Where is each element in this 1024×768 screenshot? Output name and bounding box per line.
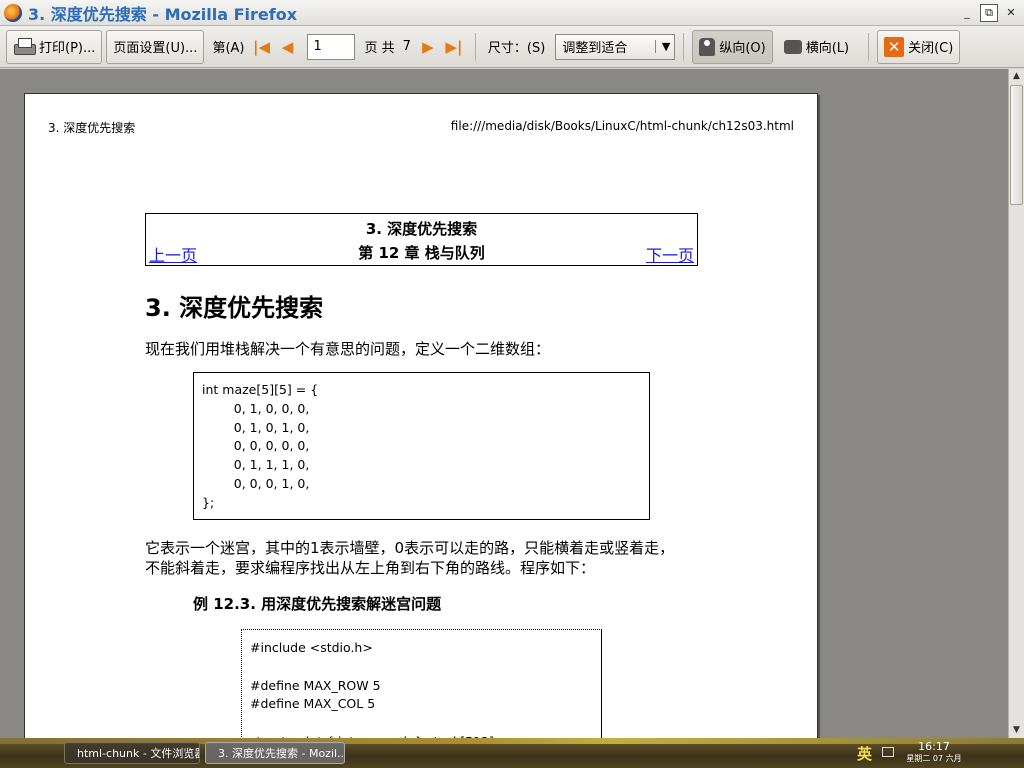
close-window-button[interactable]: ✕: [1002, 4, 1020, 22]
landscape-label: 横向(L): [805, 41, 850, 56]
scroll-up-icon[interactable]: ▲: [1009, 69, 1024, 84]
page-header-title: 3. 深度优先搜索: [48, 121, 136, 135]
previous-page-icon[interactable]: ◀: [278, 37, 298, 57]
print-button[interactable]: 打印(P)...: [6, 29, 103, 64]
window-title: 3. 深度优先搜索 - Mozilla Firefox: [28, 4, 298, 24]
page-total: 7: [402, 39, 411, 54]
landscape-icon: [783, 39, 802, 54]
first-page-icon[interactable]: |◀: [252, 37, 272, 57]
landscape-button[interactable]: 横向(L): [777, 30, 856, 64]
restore-button[interactable]: ⧉: [980, 4, 998, 22]
example-title: 例 12.3. 用深度优先搜索解迷宫问题: [193, 595, 442, 613]
toolbar-separator: [474, 32, 476, 61]
chevron-down-icon: ▼: [654, 40, 670, 53]
printer-icon: [13, 37, 36, 57]
taskbar-file-browser-label: html-chunk - 文件浏览器: [77, 747, 200, 760]
section-heading: 3. 深度优先搜索: [145, 294, 324, 322]
example-code-block: #include <stdio.h> #define MAX_ROW 5 #de…: [241, 629, 602, 738]
nav-chapter-title: 第 12 章 栈与队列: [358, 244, 485, 262]
page-total-prefix: 页 共: [364, 41, 395, 56]
page-header-url: file:///media/disk/Books/LinuxC/html-chu…: [450, 119, 794, 133]
window-list-icon[interactable]: [882, 747, 894, 757]
maze-code-block: int maze[5][5] = { 0, 1, 0, 0, 0, 0, 1, …: [193, 372, 650, 520]
print-button-label: 打印(P)...: [39, 41, 96, 56]
scale-select[interactable]: 调整到适合 ▼: [555, 33, 676, 60]
page-setup-button[interactable]: 页面设置(U)...: [106, 29, 205, 64]
input-method-indicator[interactable]: 英: [857, 743, 872, 764]
vertical-scrollbar[interactable]: ▲ ▼: [1008, 69, 1024, 738]
portrait-icon: [699, 37, 716, 56]
printed-page: 3. 深度优先搜索 file:///media/disk/Books/Linux…: [24, 93, 818, 738]
nav-section-title: 3. 深度优先搜索: [365, 220, 478, 238]
scroll-down-icon[interactable]: ▼: [1009, 723, 1024, 738]
taskbar-firefox-label: 3. 深度优先搜索 - Mozil...: [218, 747, 345, 760]
firefox-icon: [4, 3, 22, 22]
intro-paragraph: 现在我们用堆栈解决一个有意思的问题，定义一个二维数组：: [145, 340, 551, 358]
close-preview-button[interactable]: ✕ 关闭(C): [877, 29, 961, 64]
portrait-label: 纵向(O): [719, 41, 766, 56]
clock-date: 星期二 07 六月: [906, 754, 962, 763]
scale-select-value: 调整到适合: [562, 41, 628, 56]
taskbar-firefox[interactable]: 3. 深度优先搜索 - Mozil...: [205, 742, 345, 764]
clock-time: 16:17: [918, 740, 950, 753]
page-number-input[interactable]: 1: [306, 33, 355, 60]
taskbar-file-browser[interactable]: html-chunk - 文件浏览器: [64, 742, 200, 764]
scale-label: 尺寸：(S): [487, 41, 546, 56]
page-label: 第(A): [212, 41, 245, 56]
desktop-taskbar: html-chunk - 文件浏览器 3. 深度优先搜索 - Mozil... …: [0, 738, 1024, 768]
clock[interactable]: 16:17 星期二 07 六月: [902, 740, 966, 764]
previous-page-link[interactable]: 上一页: [149, 242, 197, 266]
minimize-button[interactable]: _: [958, 4, 976, 22]
navigation-header: 3. 深度优先搜索 第 12 章 栈与队列 上一页 下一页: [145, 213, 698, 266]
close-preview-label: 关闭(C): [908, 41, 954, 56]
close-icon: ✕: [884, 36, 905, 57]
toolbar-separator: [868, 32, 870, 61]
next-page-link[interactable]: 下一页: [646, 242, 694, 266]
description-paragraph: 它表示一个迷宫，其中的1表示墙壁，0表示可以走的路，只能横着走或竖着走，不能斜着…: [145, 539, 675, 577]
next-page-icon[interactable]: ▶: [418, 37, 438, 57]
portrait-button[interactable]: 纵向(O): [692, 29, 773, 64]
last-page-icon[interactable]: ▶|: [444, 37, 464, 57]
window-controls: _ ⧉ ✕: [958, 4, 1020, 22]
toolbar-separator: [683, 32, 685, 61]
preview-viewport[interactable]: 3. 深度优先搜索 file:///media/disk/Books/Linux…: [0, 69, 1008, 738]
window-titlebar: 3. 深度优先搜索 - Mozilla Firefox _ ⧉ ✕: [0, 0, 1024, 26]
page-setup-label: 页面设置(U)...: [113, 41, 198, 56]
scrollbar-thumb[interactable]: [1010, 85, 1023, 205]
print-preview-toolbar: 打印(P)... 页面设置(U)... 第(A) |◀ ◀ 1 页 共 7 ▶ …: [0, 26, 1024, 68]
